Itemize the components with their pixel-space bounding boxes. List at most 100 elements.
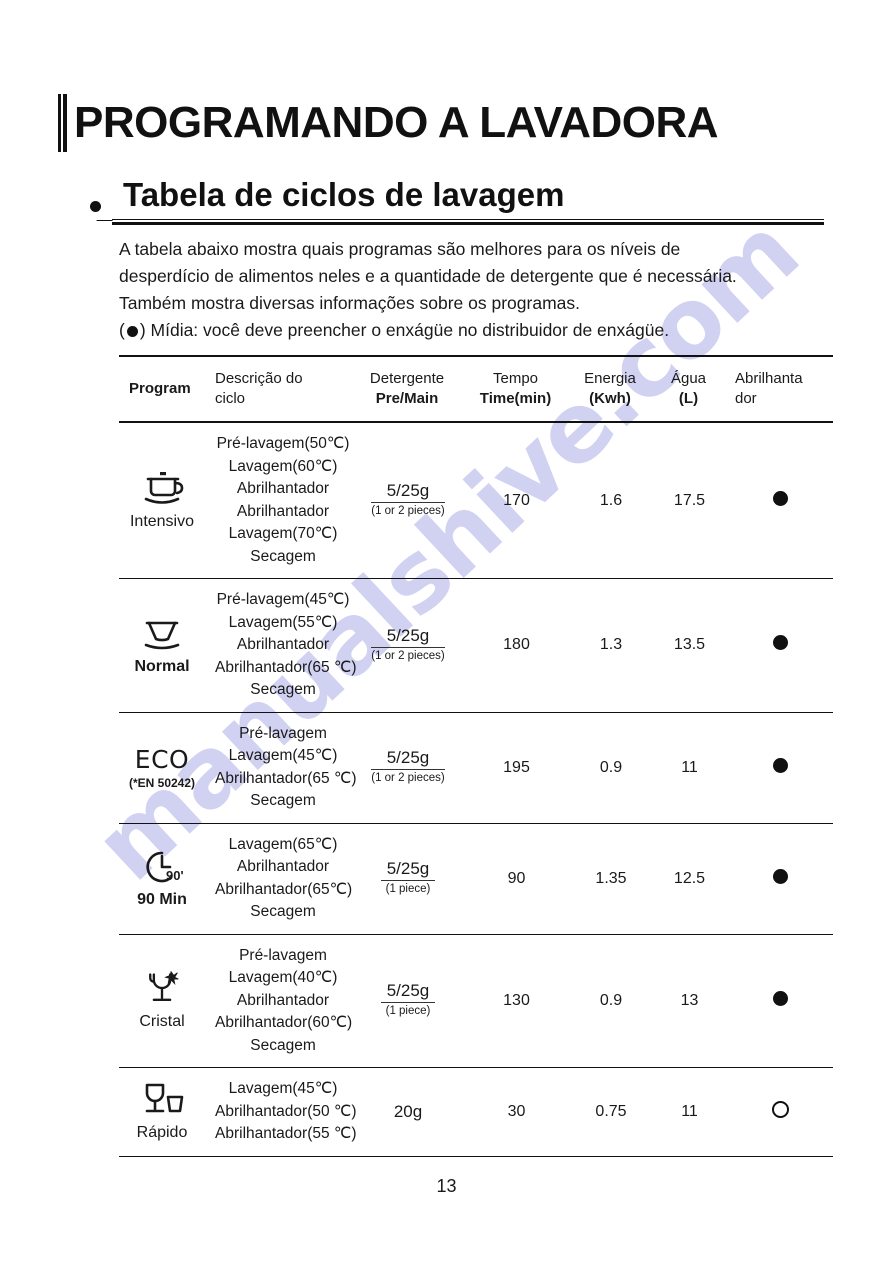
detergent-fraction: 5/25g (1 piece) bbox=[380, 982, 436, 1018]
column-header-water-line1: Água bbox=[670, 370, 707, 387]
manual-page: manualshive.com PROGRAMANDO A LAVADORA T… bbox=[0, 0, 893, 1263]
filled-circle-icon bbox=[772, 990, 788, 1006]
table-row: Intensivo Pré-lavagem(50℃) Lavagem(60℃) Abr… bbox=[119, 422, 833, 579]
intro-line-2: desperdício de alimentos neles e a quant… bbox=[119, 266, 737, 286]
cell-rinse-aid bbox=[727, 712, 833, 824]
cell-time: 130 bbox=[463, 934, 570, 1068]
detergent-amount: 5/25g bbox=[371, 482, 445, 503]
column-header-time-line1: Tempo bbox=[492, 370, 539, 387]
cell-time: 170 bbox=[463, 422, 570, 579]
cell-water: 13.5 bbox=[652, 578, 727, 713]
cell-rinse-aid bbox=[727, 1067, 833, 1157]
clock-90-icon: 90' bbox=[146, 851, 184, 883]
cell-rinse-aid bbox=[727, 934, 833, 1068]
heading-rule-thick bbox=[112, 222, 824, 225]
title-accent-bar bbox=[58, 94, 67, 152]
cell-detergent: 5/25g (1 piece) bbox=[353, 823, 463, 935]
heading-rule-thin bbox=[112, 219, 824, 220]
column-header-time: Tempo Time(min) bbox=[463, 355, 570, 423]
cell-cycle-description: Lavagem(65℃) Abrilhantador Abrilhantador(6… bbox=[205, 823, 353, 935]
cycle-step: Pré-lavagem bbox=[239, 724, 327, 742]
cell-time: 195 bbox=[463, 712, 570, 824]
program-sub-label: (*EN 50242) bbox=[128, 775, 196, 790]
cell-detergent: 5/25g (1 or 2 pieces) bbox=[353, 578, 463, 713]
detergent-fraction: 5/25g (1 piece) bbox=[380, 860, 436, 896]
wash-cycle-table: Program Descrição do ciclo Detergente Pr… bbox=[119, 355, 833, 1157]
cycle-step: Abrilhantador(60℃) bbox=[215, 1014, 353, 1031]
detergent-pieces: (1 piece) bbox=[385, 883, 431, 895]
table-row: Rápido Lavagem(45℃) Abrilhantador(50 ℃) Abr… bbox=[119, 1067, 833, 1157]
cycle-step: Lavagem(55℃) bbox=[228, 613, 338, 631]
program-label: Normal bbox=[134, 657, 190, 675]
cell-rinse-aid bbox=[727, 578, 833, 713]
column-header-rinse-aid: Abrilhanta dor bbox=[727, 355, 833, 423]
leader-line bbox=[85, 207, 113, 221]
cell-time: 180 bbox=[463, 578, 570, 713]
column-header-program: Program bbox=[119, 355, 205, 423]
cell-energy: 0.75 bbox=[570, 1067, 652, 1157]
cycle-step: Abrilhantador(65 ℃) bbox=[215, 769, 357, 787]
column-header-energy-line1: Energia bbox=[584, 370, 636, 387]
intro-paragraph: A tabela abaixo mostra quais programas s… bbox=[119, 236, 829, 344]
detergent-amount: 20g bbox=[393, 1101, 423, 1121]
detergent-pieces: (1 or 2 pieces) bbox=[371, 772, 445, 784]
cell-cycle-description: Pré-lavagem Lavagem(40℃) Abrilhantador Abri… bbox=[205, 934, 353, 1068]
column-header-water-line2: (L) bbox=[678, 390, 699, 407]
program-label: Rápido bbox=[136, 1124, 188, 1142]
detergent-pieces: (1 or 2 pieces) bbox=[371, 649, 445, 662]
detergent-pieces: (1 or 2 pieces) bbox=[371, 505, 445, 517]
page-number: 13 bbox=[436, 1176, 457, 1196]
cell-program: 90' 90 Min bbox=[119, 823, 205, 935]
table-header: Program Descrição do ciclo Detergente Pr… bbox=[119, 355, 833, 423]
page-title-text: PROGRAMANDO A LAVADORA bbox=[74, 98, 719, 147]
cell-program: Rápido bbox=[119, 1067, 205, 1157]
cycle-step: Secagem bbox=[250, 1036, 316, 1054]
program-label: Cristal bbox=[139, 1013, 185, 1031]
cell-program: Intensivo bbox=[119, 422, 205, 579]
column-header-detergent: Detergente Pre/Main bbox=[353, 355, 463, 423]
program-label: Intensivo bbox=[129, 513, 195, 530]
cell-water: 11 bbox=[652, 1067, 727, 1157]
cell-energy: 1.6 bbox=[570, 422, 652, 579]
section-heading-text: Tabela de ciclos de lavagem bbox=[123, 176, 565, 213]
cycle-step: Pré-lavagem bbox=[239, 946, 327, 964]
detergent-fraction: 5/25g (1 or 2 pieces) bbox=[371, 749, 445, 785]
cell-water: 12.5 bbox=[652, 823, 727, 935]
eco-text-icon: ECO bbox=[134, 744, 190, 774]
column-header-detergent-line2: Pre/Main bbox=[375, 390, 439, 407]
table-row: 90' 90 Min Lavagem(65℃) Abrilhantador Abril… bbox=[119, 823, 833, 935]
cell-cycle-description: Pré-lavagem(50℃) Lavagem(60℃) Abrilhantado… bbox=[205, 422, 353, 579]
cycle-step: Abrilhantador(55 ℃) bbox=[215, 1125, 357, 1142]
crystal-glass-icon bbox=[149, 971, 179, 1002]
cell-cycle-description: Lavagem(45℃) Abrilhantador(50 ℃) Abrilhant… bbox=[205, 1067, 357, 1157]
cell-time: 90 bbox=[463, 823, 570, 935]
cycle-step: Abrilhantador bbox=[236, 502, 330, 520]
page-title: PROGRAMANDO A LAVADORA bbox=[58, 92, 719, 154]
cycle-step: Secagem bbox=[250, 792, 316, 809]
column-header-time-line2: Time(min) bbox=[479, 390, 552, 407]
table-row: Normal Pré-lavagem(45℃) Lavagem(55℃) Abrilh… bbox=[119, 578, 833, 713]
table-body: Intensivo Pré-lavagem(50℃) Lavagem(60℃) Abr… bbox=[119, 422, 833, 1157]
column-header-rinse-aid-line1: Abrilhanta bbox=[735, 370, 803, 387]
cycle-step: Secagem bbox=[250, 903, 316, 920]
cell-detergent: 5/25g (1 or 2 pieces) bbox=[353, 712, 463, 824]
column-header-energy: Energia (Kwh) bbox=[570, 355, 652, 423]
svg-text:90': 90' bbox=[166, 868, 184, 883]
intro-line-4-text: ) Mídia: você deve preencher o enxágüe n… bbox=[139, 320, 670, 340]
detergent-amount: 5/25g bbox=[371, 627, 445, 648]
cell-energy: 1.35 bbox=[570, 823, 652, 935]
program-label: 90 Min bbox=[137, 891, 187, 908]
column-header-rinse-aid-line2: dor bbox=[735, 390, 757, 407]
filled-circle-icon bbox=[772, 757, 788, 773]
cell-detergent: 20g bbox=[353, 1067, 463, 1157]
cycle-step: Lavagem(60℃) bbox=[228, 457, 338, 475]
open-circle-icon bbox=[771, 1100, 789, 1118]
intro-line-4: () Mídia: você deve preencher o enxágüe … bbox=[119, 317, 829, 344]
filled-circle-icon bbox=[772, 635, 788, 651]
column-header-water: Água (L) bbox=[652, 355, 727, 423]
column-header-detergent-line1: Detergente bbox=[369, 370, 445, 387]
cycle-step: Abrilhantador bbox=[236, 636, 330, 653]
cycle-step: Abrilhantador bbox=[236, 480, 330, 497]
cell-program: Cristal bbox=[119, 934, 205, 1068]
cell-cycle-description: Pré-lavagem Lavagem(45℃) Abrilhantador(65 … bbox=[205, 712, 357, 824]
